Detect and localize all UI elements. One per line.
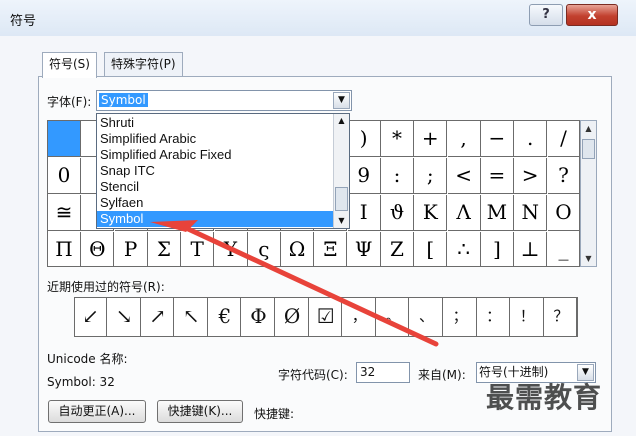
symbol-cell[interactable]: [ bbox=[414, 232, 448, 266]
font-label: 字体(F): bbox=[47, 95, 92, 109]
symbol-grid-scrollbar[interactable]: ▲ ▼ bbox=[580, 120, 597, 267]
dropdown-scrollbar[interactable]: ▲ ▼ bbox=[333, 114, 349, 228]
scroll-thumb[interactable] bbox=[335, 187, 348, 211]
recent-symbol-cell[interactable]: 。 bbox=[377, 298, 410, 336]
symbol-cell[interactable]: Ξ bbox=[314, 232, 348, 266]
recent-symbol-cell[interactable]: ； bbox=[445, 298, 477, 336]
symbol-cell[interactable]: Θ bbox=[81, 232, 115, 266]
font-option[interactable]: Simplified Arabic Fixed bbox=[97, 147, 333, 163]
recent-symbol-cell[interactable]: 、 bbox=[411, 298, 443, 336]
close-button[interactable]: x bbox=[566, 4, 618, 26]
symbol-cell[interactable]: M bbox=[480, 195, 514, 231]
recent-symbol-cell[interactable]: ↗ bbox=[142, 298, 175, 336]
symbol-cell[interactable]: K bbox=[414, 195, 448, 231]
recent-symbols: ↙ ↘ ↗ ↖ € Φ Ø ☑，。、；：！？ bbox=[74, 297, 578, 337]
symbol-cell[interactable]: Λ bbox=[447, 195, 481, 231]
recent-symbol-cell[interactable]: Ø bbox=[277, 298, 309, 336]
symbol-cell[interactable]: Z bbox=[381, 232, 414, 266]
font-select-value: Symbol bbox=[99, 93, 148, 107]
symbol-cell[interactable]: > bbox=[514, 158, 548, 194]
symbol-cell[interactable]: . bbox=[514, 121, 548, 157]
recent-symbol-cell[interactable]: ： bbox=[478, 298, 511, 336]
shortcut-key-button[interactable]: 快捷键(K)... bbox=[157, 400, 243, 423]
font-select[interactable]: Symbol ▼ bbox=[96, 90, 352, 111]
symbol-cell[interactable]: N bbox=[514, 195, 548, 231]
symbol-cell[interactable]: * bbox=[381, 121, 414, 157]
recent-symbol-cell[interactable]: Φ bbox=[243, 298, 275, 336]
shortcut-key-label: 快捷键: bbox=[254, 407, 295, 421]
font-option[interactable]: Simplified Arabic bbox=[97, 131, 333, 147]
window-title: 符号 bbox=[10, 14, 37, 29]
tab-special-characters[interactable]: 特殊字符(P) bbox=[104, 52, 183, 77]
symbol-cell[interactable]: I bbox=[347, 195, 381, 231]
autocorrect-button[interactable]: 自动更正(A)... bbox=[48, 400, 146, 423]
symbol-cell[interactable]: ? bbox=[547, 158, 579, 194]
symbol-cell[interactable]: ] bbox=[481, 232, 514, 266]
symbol-cell[interactable]: ϑ bbox=[381, 195, 414, 231]
font-option[interactable]: Snap ITC bbox=[97, 163, 333, 179]
symbol-cell[interactable]: / bbox=[547, 121, 579, 157]
symbol-cell[interactable]: ∴ bbox=[448, 232, 481, 266]
symbol-cell[interactable]: Ψ bbox=[348, 232, 381, 266]
symbol-cell[interactable]: ) bbox=[347, 121, 381, 157]
symbol-cell[interactable]: ; bbox=[414, 158, 448, 194]
symbol-cell-selected[interactable] bbox=[48, 121, 81, 157]
recent-symbol-cell[interactable]: ！ bbox=[512, 298, 544, 336]
symbol-cell[interactable]: : bbox=[381, 158, 414, 194]
symbol-cell[interactable]: Ω bbox=[281, 232, 315, 266]
symbol-cell[interactable]: 0 bbox=[48, 158, 81, 194]
symbol-cell[interactable]: − bbox=[480, 121, 514, 157]
tab-symbols[interactable]: 符号(S) bbox=[42, 52, 97, 78]
scroll-down-icon[interactable]: ▼ bbox=[334, 214, 349, 228]
recent-symbol-cell[interactable]: ↖ bbox=[176, 298, 208, 336]
recent-symbols-label: 近期使用过的符号(R): bbox=[47, 280, 165, 294]
symbol-cell[interactable]: _ bbox=[548, 232, 580, 266]
recent-symbol-cell[interactable]: ☑ bbox=[310, 298, 343, 336]
font-option[interactable]: Stencil bbox=[97, 179, 333, 195]
char-code-label: 字符代码(C): bbox=[278, 368, 348, 382]
unicode-name-label: Unicode 名称: bbox=[47, 352, 128, 366]
symbol-cell[interactable]: Σ bbox=[148, 232, 181, 266]
font-option[interactable]: Shruti bbox=[97, 115, 333, 131]
symbol-cell[interactable]: O bbox=[547, 195, 579, 231]
symbol-cell[interactable]: 9 bbox=[347, 158, 381, 194]
symbol-cell[interactable]: , bbox=[447, 121, 481, 157]
scroll-up-icon[interactable]: ▲ bbox=[581, 121, 596, 136]
symbol-cell[interactable]: < bbox=[447, 158, 481, 194]
font-option[interactable]: Sylfaen bbox=[97, 195, 333, 211]
unicode-name-value: Symbol: 32 bbox=[47, 375, 115, 389]
chevron-down-icon[interactable]: ▼ bbox=[333, 92, 350, 109]
font-dropdown-list: Shruti Simplified Arabic Simplified Arab… bbox=[96, 113, 350, 229]
symbol-cell[interactable]: Π bbox=[48, 232, 81, 266]
help-button[interactable]: ? bbox=[529, 4, 563, 26]
recent-symbol-cell[interactable]: ， bbox=[344, 298, 376, 336]
symbol-cell[interactable]: ⊥ bbox=[514, 232, 548, 266]
scroll-up-icon[interactable]: ▲ bbox=[334, 114, 349, 128]
symbol-cell[interactable]: T bbox=[181, 232, 215, 266]
symbol-cell[interactable]: + bbox=[414, 121, 448, 157]
scroll-thumb[interactable] bbox=[582, 139, 595, 159]
char-code-field[interactable]: 32 bbox=[356, 362, 410, 383]
symbol-cell[interactable]: ≅ bbox=[48, 195, 81, 231]
symbol-grid-row: Π Θ P Σ T Yς Ω Ξ Ψ Z[∴] ⊥ _ bbox=[48, 232, 580, 266]
symbol-cell[interactable]: Y bbox=[215, 232, 248, 266]
font-option-selected[interactable]: Symbol bbox=[97, 211, 333, 227]
scroll-down-icon[interactable]: ▼ bbox=[581, 251, 596, 266]
recent-symbol-cell[interactable]: € bbox=[209, 298, 242, 336]
recent-symbol-cell[interactable]: ↙ bbox=[75, 298, 107, 336]
watermark: 最需教育 bbox=[486, 381, 603, 414]
symbol-cell[interactable]: = bbox=[480, 158, 514, 194]
recent-symbol-cell[interactable]: ？ bbox=[545, 298, 578, 336]
symbol-cell[interactable]: ς bbox=[248, 232, 281, 266]
from-label: 来自(M): bbox=[418, 368, 466, 382]
title-bar: 符号 ? x bbox=[0, 0, 636, 36]
symbol-cell[interactable]: P bbox=[115, 232, 148, 266]
recent-symbol-cell[interactable]: ↘ bbox=[109, 298, 141, 336]
